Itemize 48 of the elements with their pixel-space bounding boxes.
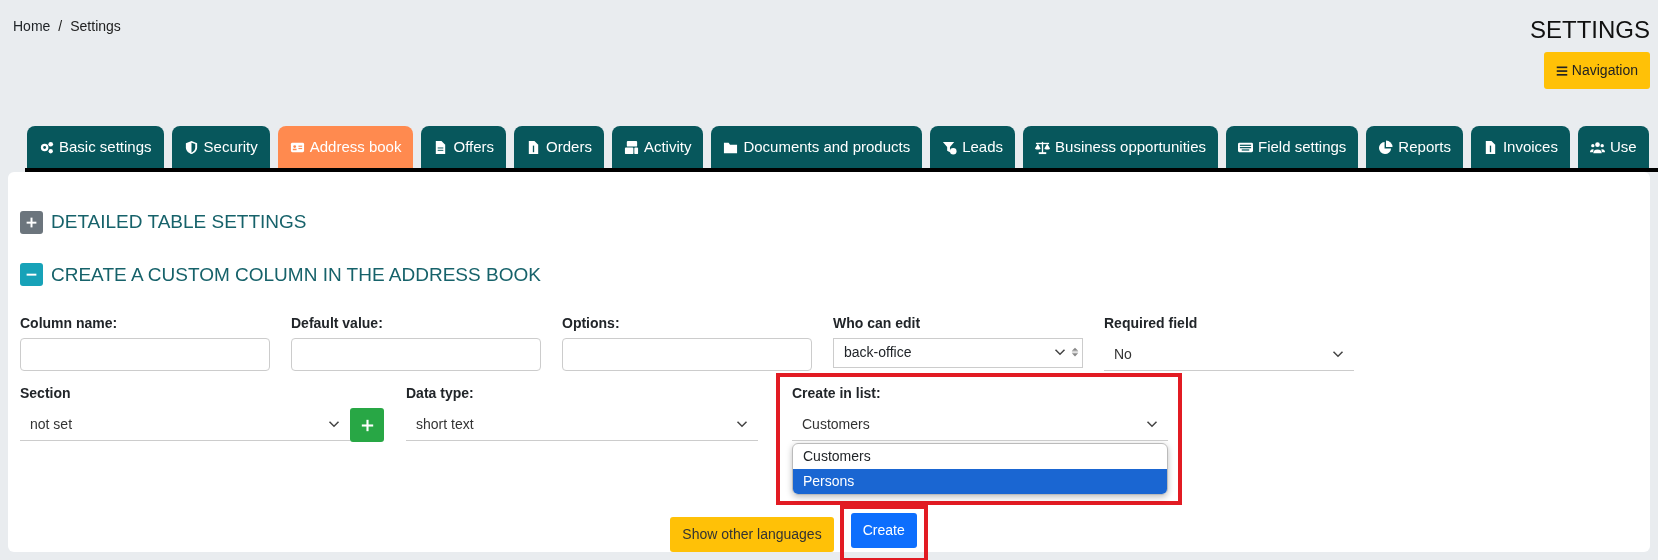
listbox-field[interactable]: back-office: [833, 338, 1083, 368]
breadcrumb-separator: /: [58, 17, 63, 36]
section-heading[interactable]: CREATE A CUSTOM COLUMN IN THE ADDRESS BOOK: [51, 260, 541, 289]
tab[interactable]: Use: [1577, 126, 1649, 168]
users-icon: [1589, 139, 1605, 155]
tab[interactable]: Reports: [1366, 126, 1463, 168]
gears-icon: [39, 139, 54, 155]
dropdown-option[interactable]: Customers: [793, 444, 1167, 469]
tab[interactable]: Activity: [611, 126, 704, 168]
field-label: Who can edit: [833, 314, 922, 333]
tab[interactable]: Documents and products: [711, 126, 923, 168]
field-label: Column name:: [20, 314, 119, 333]
add-button[interactable]: [350, 408, 384, 442]
input-field[interactable]: [291, 338, 541, 371]
tab[interactable]: Field settings: [1226, 126, 1359, 168]
navigation-button[interactable]: Navigation: [1543, 52, 1650, 89]
input-field[interactable]: [562, 338, 812, 371]
field-label: Default value:: [291, 314, 384, 333]
field-label: Create in list:: [792, 384, 882, 403]
field-label: Required field: [1104, 314, 1199, 333]
tab[interactable]: Invoices: [1470, 126, 1570, 168]
breadcrumb-text[interactable]: Settings: [70, 16, 121, 126]
funnel-icon: [942, 139, 958, 155]
boxes-icon: [623, 139, 639, 155]
section-heading[interactable]: DETAILED TABLE SETTINGS: [51, 208, 307, 237]
listbox-option[interactable]: back-office: [844, 342, 912, 363]
create-button[interactable]: Create: [850, 513, 917, 548]
tab[interactable]: Business opportunities: [1023, 126, 1218, 168]
breadcrumb-link[interactable]: Home: [13, 16, 51, 126]
tab[interactable]: Offers: [421, 126, 507, 168]
field-label: Data type:: [406, 384, 475, 403]
tab[interactable]: Orders: [514, 126, 604, 168]
collapse-toggle-icon[interactable]: [20, 210, 43, 234]
input-field[interactable]: [20, 338, 270, 371]
shield-icon: [183, 139, 199, 155]
tab[interactable]: Leads: [930, 126, 1016, 168]
field-label: Section: [20, 384, 72, 403]
page-title: SETTINGS: [1530, 18, 1650, 42]
pie-chart-icon: [1378, 139, 1394, 155]
tab[interactable]: Security: [171, 126, 270, 168]
languages-button[interactable]: Show other languages: [670, 517, 834, 552]
collapse-toggle-icon[interactable]: [20, 263, 43, 287]
dropdown-option[interactable]: Persons: [793, 469, 1167, 494]
scales-icon: [1035, 139, 1051, 155]
plus-icon: [360, 418, 374, 432]
tab[interactable]: Basic settings: [27, 126, 164, 168]
field-label: Options:: [562, 314, 621, 333]
menu-icon: [1555, 64, 1568, 77]
